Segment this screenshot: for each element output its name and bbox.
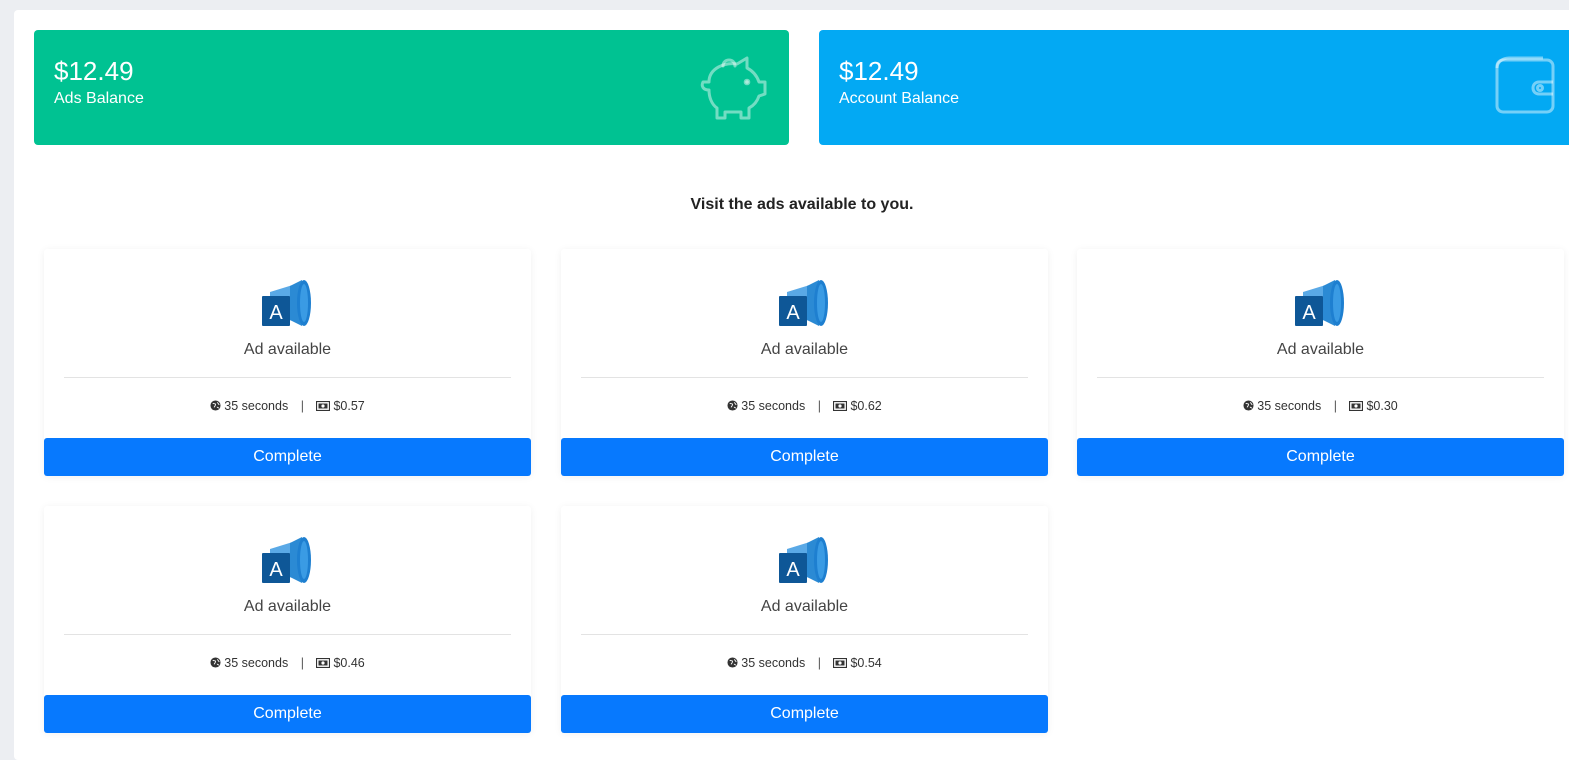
ad-reward: $0.46 bbox=[333, 656, 365, 670]
ad-reward: $0.30 bbox=[1366, 399, 1398, 413]
globe-icon bbox=[727, 399, 741, 413]
meta-separator: | bbox=[817, 656, 821, 670]
ad-card: A Ad available 35 seconds | $0.46 Comple… bbox=[44, 506, 531, 733]
ad-meta: 35 seconds | $0.62 bbox=[561, 399, 1048, 413]
complete-button[interactable]: Complete bbox=[561, 695, 1048, 733]
ad-duration: 35 seconds bbox=[741, 399, 806, 413]
account-balance-card: $12.49 Account Balance bbox=[819, 30, 1569, 145]
ad-duration: 35 seconds bbox=[224, 399, 289, 413]
globe-icon bbox=[210, 399, 224, 413]
globe-icon bbox=[727, 656, 741, 670]
ad-megaphone-icon: A bbox=[260, 535, 314, 590]
ad-card: A Ad available 35 seconds | $0.54 Comple… bbox=[561, 506, 1048, 733]
svg-text:A: A bbox=[269, 559, 283, 581]
complete-button[interactable]: Complete bbox=[561, 438, 1048, 476]
ad-duration: 35 seconds bbox=[741, 656, 806, 670]
ad-megaphone-icon: A bbox=[777, 278, 831, 333]
divider bbox=[581, 377, 1028, 378]
ad-duration: 35 seconds bbox=[1257, 399, 1322, 413]
ad-card: A Ad available 35 seconds | $0.30 Comple… bbox=[1077, 249, 1564, 476]
ads-balance-card: $12.49 Ads Balance bbox=[34, 30, 789, 145]
account-balance-label: Account Balance bbox=[839, 90, 960, 107]
ad-title: Ad available bbox=[243, 341, 332, 358]
ad-megaphone-icon: A bbox=[260, 278, 314, 333]
meta-separator: | bbox=[300, 656, 304, 670]
globe-icon bbox=[210, 656, 224, 670]
ads-heading: Visit the ads available to you. bbox=[690, 196, 914, 213]
complete-button[interactable]: Complete bbox=[1077, 438, 1564, 476]
money-icon bbox=[1349, 399, 1366, 413]
ad-megaphone-icon: A bbox=[1293, 278, 1347, 333]
divider bbox=[581, 634, 1028, 635]
ad-reward: $0.57 bbox=[333, 399, 365, 413]
account-balance-amount: $12.49 bbox=[839, 56, 919, 86]
complete-button[interactable]: Complete bbox=[44, 695, 531, 733]
ads-balance-label: Ads Balance bbox=[54, 90, 144, 107]
svg-text:A: A bbox=[269, 302, 283, 324]
ads-balance-amount: $12.49 bbox=[54, 56, 134, 86]
ad-title: Ad available bbox=[243, 598, 332, 615]
money-icon bbox=[833, 399, 850, 413]
ad-reward: $0.54 bbox=[850, 656, 882, 670]
ad-meta: 35 seconds | $0.54 bbox=[561, 656, 1048, 670]
ad-card: A Ad available 35 seconds | $0.57 Comple… bbox=[44, 249, 531, 476]
money-icon bbox=[833, 656, 850, 670]
ad-title: Ad available bbox=[1276, 341, 1365, 358]
ad-card: A Ad available 35 seconds | $0.62 Comple… bbox=[561, 249, 1048, 476]
ad-title: Ad available bbox=[760, 598, 849, 615]
svg-text:A: A bbox=[1302, 302, 1316, 324]
complete-button[interactable]: Complete bbox=[44, 438, 531, 476]
meta-separator: | bbox=[1333, 399, 1337, 413]
ad-reward: $0.62 bbox=[850, 399, 882, 413]
divider bbox=[64, 634, 511, 635]
money-icon bbox=[316, 656, 333, 670]
ad-meta: 35 seconds | $0.57 bbox=[44, 399, 531, 413]
meta-separator: | bbox=[817, 399, 821, 413]
ad-megaphone-icon: A bbox=[777, 535, 831, 590]
globe-icon bbox=[1243, 399, 1257, 413]
ad-meta: 35 seconds | $0.30 bbox=[1077, 399, 1564, 413]
divider bbox=[64, 377, 511, 378]
money-icon bbox=[316, 399, 333, 413]
svg-text:A: A bbox=[786, 559, 800, 581]
ad-duration: 35 seconds bbox=[224, 656, 289, 670]
ad-meta: 35 seconds | $0.46 bbox=[44, 656, 531, 670]
meta-separator: | bbox=[300, 399, 304, 413]
svg-text:A: A bbox=[786, 302, 800, 324]
piggy-bank-icon bbox=[695, 52, 771, 127]
divider bbox=[1097, 377, 1544, 378]
ad-title: Ad available bbox=[760, 341, 849, 358]
wallet-icon bbox=[1493, 52, 1557, 121]
